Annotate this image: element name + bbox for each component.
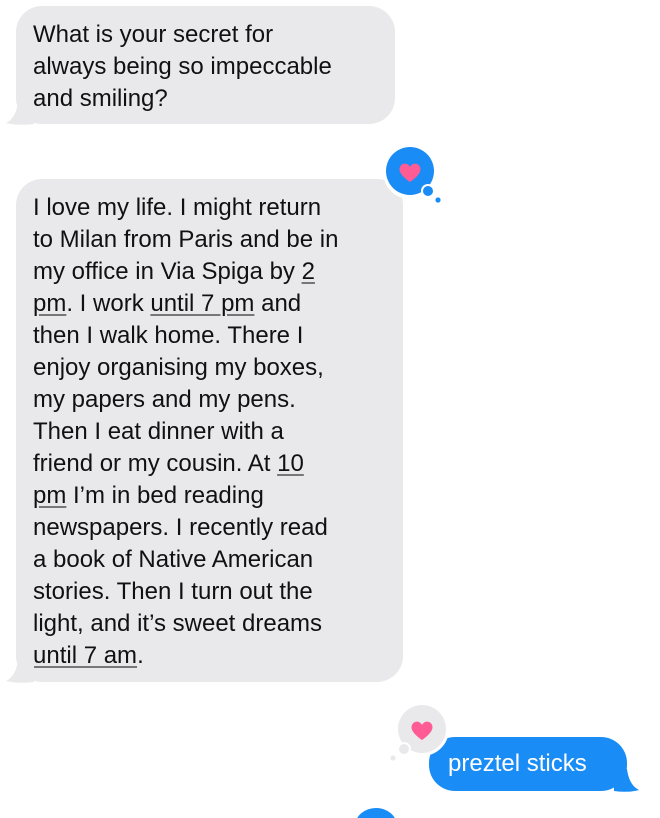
message-text: What is your secret for always being so …	[33, 21, 332, 112]
message-text: I love my life. I might return to Milan …	[33, 194, 339, 669]
bubble-tail	[614, 769, 639, 792]
heart-reaction[interactable]	[383, 144, 445, 206]
time-link[interactable]: until 7 pm	[150, 290, 254, 317]
incoming-message-bubble[interactable]: I love my life. I might return to Milan …	[16, 179, 403, 682]
bubble-tail	[6, 102, 34, 125]
incoming-message-bubble[interactable]: What is your secret for always being so …	[16, 6, 395, 124]
heart-reaction[interactable]	[384, 700, 448, 764]
bubble-tail	[6, 660, 34, 683]
message-thread: What is your secret for always being so …	[0, 0, 660, 818]
outgoing-message-bubble[interactable]: preztel sticks	[429, 737, 627, 791]
message-text: preztel sticks	[448, 750, 587, 777]
reaction-partial	[357, 808, 395, 818]
time-link[interactable]: until 7 am	[33, 642, 137, 669]
